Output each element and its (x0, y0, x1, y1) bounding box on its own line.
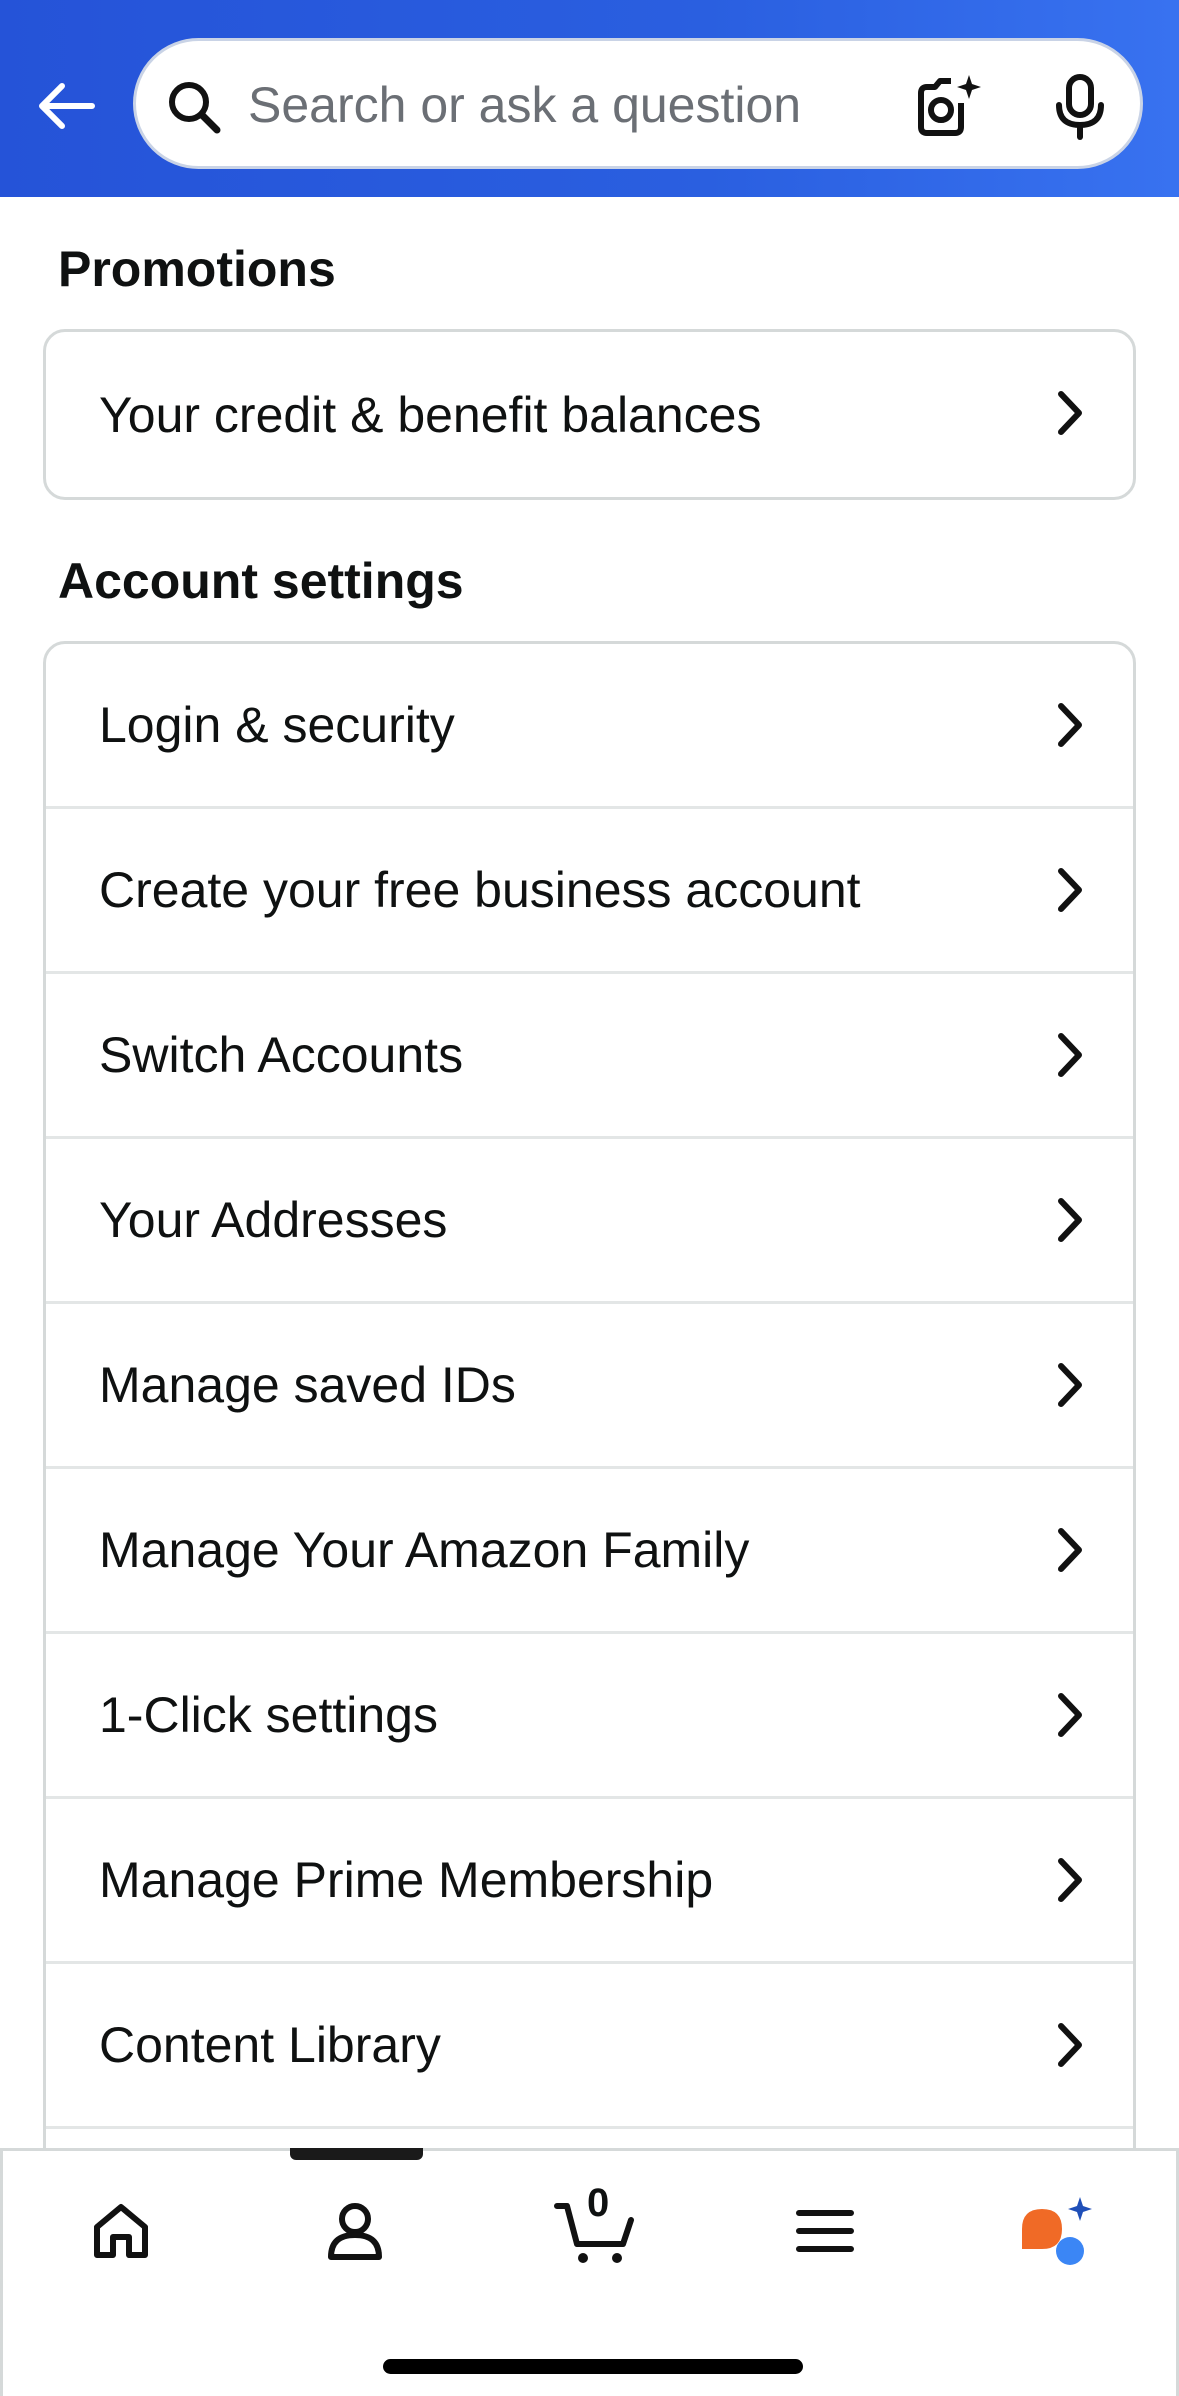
list-item-prime-membership[interactable]: Manage Prime Membership (46, 1799, 1133, 1964)
tab-account[interactable] (315, 2191, 395, 2271)
list-item-label: Content Library (99, 2017, 441, 2073)
list-item-saved-ids[interactable]: Manage saved IDs (46, 1304, 1133, 1469)
chevron-right-icon (1058, 1858, 1082, 1902)
chevron-right-icon (1058, 868, 1082, 912)
menu-icon (796, 2210, 854, 2252)
list-item-label: Your credit & benefit balances (99, 386, 762, 443)
account-settings-heading: Account settings (58, 553, 464, 609)
search-bar[interactable] (133, 38, 1143, 169)
list-item-label: Create your free business account (99, 862, 861, 918)
chevron-right-icon (1058, 2023, 1082, 2067)
list-item-label: Switch Accounts (99, 1027, 464, 1083)
tab-menu[interactable] (785, 2191, 865, 2271)
list-item-switch-accounts[interactable]: Switch Accounts (46, 974, 1133, 1139)
chevron-right-icon (1058, 1198, 1082, 1242)
chevron-right-icon (1058, 703, 1082, 747)
list-item-label: Manage Prime Membership (99, 1852, 714, 1908)
list-item-content-library[interactable]: Content Library (46, 1964, 1133, 2129)
chevron-right-icon (1058, 391, 1082, 435)
list-item-label: Manage saved IDs (99, 1357, 516, 1413)
list-item-label: Your Addresses (99, 1192, 448, 1248)
chevron-right-icon (1058, 1693, 1082, 1737)
rufus-ai-icon (1022, 2197, 1092, 2265)
tab-home[interactable] (81, 2191, 161, 2271)
list-item-amazon-family[interactable]: Manage Your Amazon Family (46, 1469, 1133, 1634)
chevron-right-icon (1058, 1363, 1082, 1407)
promotions-heading: Promotions (58, 241, 336, 297)
list-item-label: Login & security (99, 697, 455, 753)
search-icon (169, 82, 221, 134)
microphone-icon (1056, 74, 1104, 140)
list-item-business-account[interactable]: Create your free business account (46, 809, 1133, 974)
account-icon (328, 2203, 382, 2260)
back-button[interactable] (30, 70, 102, 142)
camera-search-button[interactable] (911, 71, 983, 143)
cart-count-badge: 0 (587, 2181, 610, 2225)
top-header (0, 0, 1179, 197)
list-item-one-click-settings[interactable]: 1-Click settings (46, 1634, 1133, 1799)
list-item-label: Manage Your Amazon Family (99, 1522, 750, 1578)
voice-search-button[interactable] (1044, 71, 1116, 143)
bottom-tab-bar: 0 (0, 2148, 1179, 2396)
tab-rufus-assistant[interactable] (1016, 2191, 1096, 2271)
arrow-left-icon (39, 83, 95, 129)
list-item-addresses[interactable]: Your Addresses (46, 1139, 1133, 1304)
chevron-right-icon (1058, 1033, 1082, 1077)
list-item-login-security[interactable]: Login & security (46, 644, 1133, 809)
home-icon (94, 2204, 148, 2258)
search-input[interactable] (248, 69, 908, 141)
active-tab-indicator (290, 2148, 423, 2160)
list-item-credit-balances[interactable]: Your credit & benefit balances (46, 332, 1133, 497)
account-settings-card: Login & security Create your free busine… (43, 641, 1136, 2161)
list-item-label: 1-Click settings (99, 1687, 438, 1743)
camera-sparkle-icon (918, 75, 981, 136)
home-indicator (383, 2359, 803, 2374)
promotions-card: Your credit & benefit balances (43, 329, 1136, 500)
chevron-right-icon (1058, 1528, 1082, 1572)
